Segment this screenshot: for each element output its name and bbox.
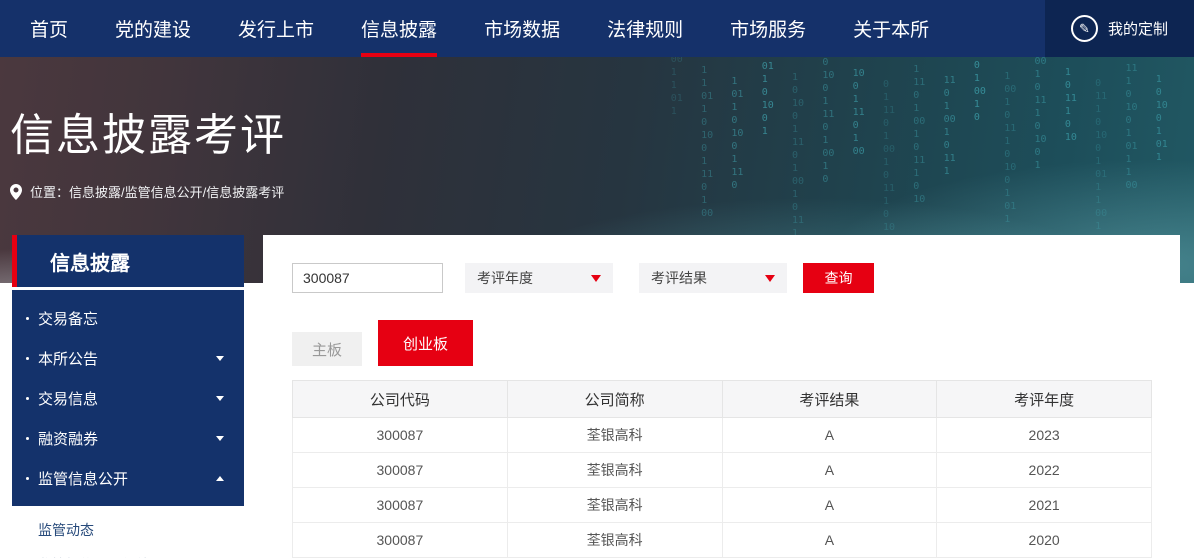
table-cell: 300087 <box>293 418 508 453</box>
table-cell: 荃银高科 <box>507 418 722 453</box>
results-table: 公司代码 公司简称 考评结果 考评年度 300087 荃银高科 A 2023 3… <box>292 380 1152 558</box>
breadcrumb: 位置：信息披露/监管信息公开/信息披露考评 <box>10 182 1194 201</box>
table-row: 300087 荃银高科 A 2020 <box>293 523 1152 558</box>
table-cell: 荃银高科 <box>507 523 722 558</box>
sidebar-subitem-label: 监管动态 <box>38 520 94 540</box>
board-tabs: 主板 创业板 <box>292 320 1152 366</box>
table-cell: 2021 <box>937 488 1152 523</box>
chevron-up-icon <box>216 476 224 481</box>
evaluation-result-dropdown[interactable]: 考评结果 <box>639 263 787 293</box>
table-cell: 300087 <box>293 523 508 558</box>
table-cell: A <box>722 418 937 453</box>
table-row: 300087 荃银高科 A 2022 <box>293 453 1152 488</box>
location-pin-icon <box>10 184 22 200</box>
evaluation-year-dropdown[interactable]: 考评年度 <box>465 263 613 293</box>
nav-item-rules[interactable]: 法律规则 <box>607 0 683 57</box>
sidebar-item-label: 交易信息 <box>38 388 98 409</box>
table-cell: A <box>722 488 937 523</box>
dropdown-arrow-icon <box>591 275 601 282</box>
table-header-row: 公司代码 公司简称 考评结果 考评年度 <box>293 381 1152 418</box>
main-panel: 考评年度 考评结果 查询 主板 创业板 公司代码 公司简称 考评结果 考评年度 <box>263 235 1180 558</box>
table-cell: A <box>722 523 937 558</box>
tab-chinext[interactable]: 创业板 <box>378 320 473 366</box>
page-title: 信息披露考评 <box>10 112 1194 160</box>
bullet-dot <box>26 317 29 320</box>
breadcrumb-text: 位置：信息披露/监管信息公开/信息披露考评 <box>30 182 284 201</box>
sidebar-item-trading-info[interactable]: 交易信息 <box>12 378 244 418</box>
sidebar-menu: 交易备忘 本所公告 交易信息 融资融券 监管信息公开 <box>12 290 244 506</box>
sidebar-item-label: 本所公告 <box>38 348 98 369</box>
bullet-dot <box>26 477 29 480</box>
sidebar-subitem-label: 监管措施与纪律处分 <box>38 555 164 558</box>
sidebar-submenu: 监管动态 监管措施与纪律处分 <box>12 506 244 558</box>
top-nav-bar: 首页 党的建设 发行上市 信息披露 市场数据 法律规则 市场服务 关于本所 ✎ … <box>0 0 1194 57</box>
evaluation-result-label: 考评结果 <box>651 268 707 288</box>
table-cell: 300087 <box>293 488 508 523</box>
bullet-dot <box>26 357 29 360</box>
sidebar-item-label: 交易备忘 <box>38 308 98 329</box>
chevron-down-icon <box>216 436 224 441</box>
table-cell: 荃银高科 <box>507 488 722 523</box>
table-row: 300087 荃银高科 A 2021 <box>293 488 1152 523</box>
tab-main-board[interactable]: 主板 <box>292 332 362 366</box>
table-cell: 2020 <box>937 523 1152 558</box>
search-bar: 考评年度 考评结果 查询 <box>292 263 1152 293</box>
table-cell: 2022 <box>937 453 1152 488</box>
table-cell: A <box>722 453 937 488</box>
sidebar-title[interactable]: 信息披露 <box>12 235 244 287</box>
sidebar-subitem-regulatory-news[interactable]: 监管动态 <box>12 512 244 547</box>
sidebar-item-regulatory-disclosure[interactable]: 监管信息公开 <box>12 458 244 498</box>
sidebar-item-label: 监管信息公开 <box>38 468 128 489</box>
sidebar: 信息披露 交易备忘 本所公告 交易信息 融资融券 <box>12 235 244 558</box>
nav-items: 首页 党的建设 发行上市 信息披露 市场数据 法律规则 市场服务 关于本所 <box>0 0 929 57</box>
sidebar-item-label: 融资融券 <box>38 428 98 449</box>
edit-pencil-icon: ✎ <box>1071 15 1098 42</box>
nav-item-market-data[interactable]: 市场数据 <box>484 0 560 57</box>
stock-code-input[interactable] <box>292 263 443 293</box>
sidebar-item-trading-memo[interactable]: 交易备忘 <box>12 298 244 338</box>
nav-item-about[interactable]: 关于本所 <box>853 0 929 57</box>
nav-item-disclosure[interactable]: 信息披露 <box>361 0 437 57</box>
nav-item-home[interactable]: 首页 <box>30 0 68 57</box>
table-cell: 荃银高科 <box>507 453 722 488</box>
bullet-dot <box>26 437 29 440</box>
bullet-dot <box>26 397 29 400</box>
query-button[interactable]: 查询 <box>803 263 874 293</box>
chevron-down-icon <box>216 356 224 361</box>
my-customization-label: 我的定制 <box>1108 18 1168 39</box>
nav-item-services[interactable]: 市场服务 <box>730 0 806 57</box>
sidebar-item-margin-trading[interactable]: 融资融券 <box>12 418 244 458</box>
nav-item-listing[interactable]: 发行上市 <box>238 0 314 57</box>
column-header-result: 考评结果 <box>722 381 937 418</box>
dropdown-arrow-icon <box>765 275 775 282</box>
column-header-company-code: 公司代码 <box>293 381 508 418</box>
column-header-company-name: 公司简称 <box>507 381 722 418</box>
nav-item-party-building[interactable]: 党的建设 <box>115 0 191 57</box>
my-customization-button[interactable]: ✎ 我的定制 <box>1045 0 1194 57</box>
column-header-year: 考评年度 <box>937 381 1152 418</box>
evaluation-year-label: 考评年度 <box>477 268 533 288</box>
table-cell: 300087 <box>293 453 508 488</box>
table-row: 300087 荃银高科 A 2023 <box>293 418 1152 453</box>
sidebar-subitem-regulatory-measures[interactable]: 监管措施与纪律处分 <box>12 547 244 558</box>
chevron-down-icon <box>216 396 224 401</box>
table-cell: 2023 <box>937 418 1152 453</box>
sidebar-item-exchange-notices[interactable]: 本所公告 <box>12 338 244 378</box>
